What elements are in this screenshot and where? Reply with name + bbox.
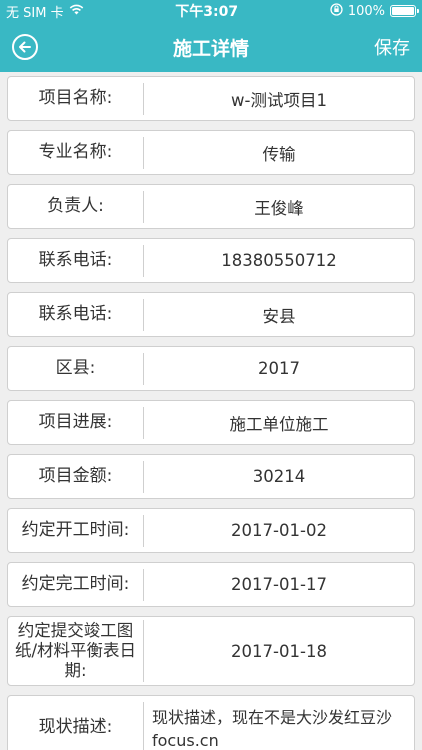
back-arrow-icon <box>19 41 31 53</box>
field-label: 项目进展: <box>8 406 144 439</box>
field-value-status-description[interactable]: 现状描述，现在不是大沙发红豆沙focus.cn <box>144 696 414 750</box>
field-row-owner: 负责人: 王俊峰 <box>7 184 415 229</box>
field-label: 联系电话: <box>8 298 144 331</box>
battery-percent: 100% <box>347 3 385 19</box>
field-label: 项目名称: <box>8 82 144 115</box>
detail-form: 项目名称: w-测试项目1 专业名称: 传输 负责人: 王俊峰 联系电话: 18… <box>0 72 422 750</box>
field-row-specialty: 专业名称: 传输 <box>7 130 415 175</box>
field-value-project-name[interactable]: w-测试项目1 <box>144 87 414 111</box>
field-label: 现状描述: <box>8 702 144 750</box>
field-row-submission-date: 约定提交竣工图纸/材料平衡表日期: 2017-01-18 <box>7 616 415 686</box>
field-label: 约定提交竣工图纸/材料平衡表日期: <box>8 620 144 682</box>
save-button[interactable]: 保存 <box>374 34 410 60</box>
field-label: 约定完工时间: <box>8 568 144 601</box>
carrier-label: 无 SIM 卡 <box>6 5 64 21</box>
field-value-owner[interactable]: 王俊峰 <box>144 195 414 219</box>
page-title: 施工详情 <box>172 37 249 60</box>
back-button[interactable] <box>12 34 38 60</box>
field-value-phone-2[interactable]: 安县 <box>144 303 414 327</box>
field-row-project-name: 项目名称: w-测试项目1 <box>7 76 415 121</box>
nav-bar: 施工详情 保存 <box>0 22 422 72</box>
field-value-district[interactable]: 2017 <box>144 359 414 378</box>
field-row-phone-2: 联系电话: 安县 <box>7 292 415 337</box>
battery-icon <box>389 5 419 17</box>
status-time: 下午3:07 <box>175 4 239 20</box>
field-value-progress[interactable]: 施工单位施工 <box>144 411 414 435</box>
field-value-specialty[interactable]: 传输 <box>144 141 414 165</box>
field-label: 项目金额: <box>8 460 144 493</box>
field-row-progress: 项目进展: 施工单位施工 <box>7 400 415 445</box>
field-label: 联系电话: <box>8 244 144 277</box>
field-row-start-date: 约定开工时间: 2017-01-02 <box>7 508 415 553</box>
field-row-phone: 联系电话: 18380550712 <box>7 238 415 283</box>
field-value-amount[interactable]: 30214 <box>144 467 414 486</box>
field-label: 约定开工时间: <box>8 514 144 547</box>
field-value-submission-date[interactable]: 2017-01-18 <box>144 642 414 661</box>
wifi-icon <box>69 4 84 19</box>
field-label: 区县: <box>8 352 144 385</box>
field-label: 负责人: <box>8 190 144 223</box>
status-bar: 无 SIM 卡 下午3:07 100% <box>0 0 422 22</box>
orientation-lock-icon <box>330 2 343 20</box>
field-row-district: 区县: 2017 <box>7 346 415 391</box>
field-row-amount: 项目金额: 30214 <box>7 454 415 499</box>
field-row-end-date: 约定完工时间: 2017-01-17 <box>7 562 415 607</box>
field-value-phone[interactable]: 18380550712 <box>144 251 414 270</box>
field-value-start-date[interactable]: 2017-01-02 <box>144 521 414 540</box>
field-value-end-date[interactable]: 2017-01-17 <box>144 575 414 594</box>
field-label: 专业名称: <box>8 136 144 169</box>
field-row-status-description: 现状描述: 现状描述，现在不是大沙发红豆沙focus.cn <box>7 695 415 750</box>
